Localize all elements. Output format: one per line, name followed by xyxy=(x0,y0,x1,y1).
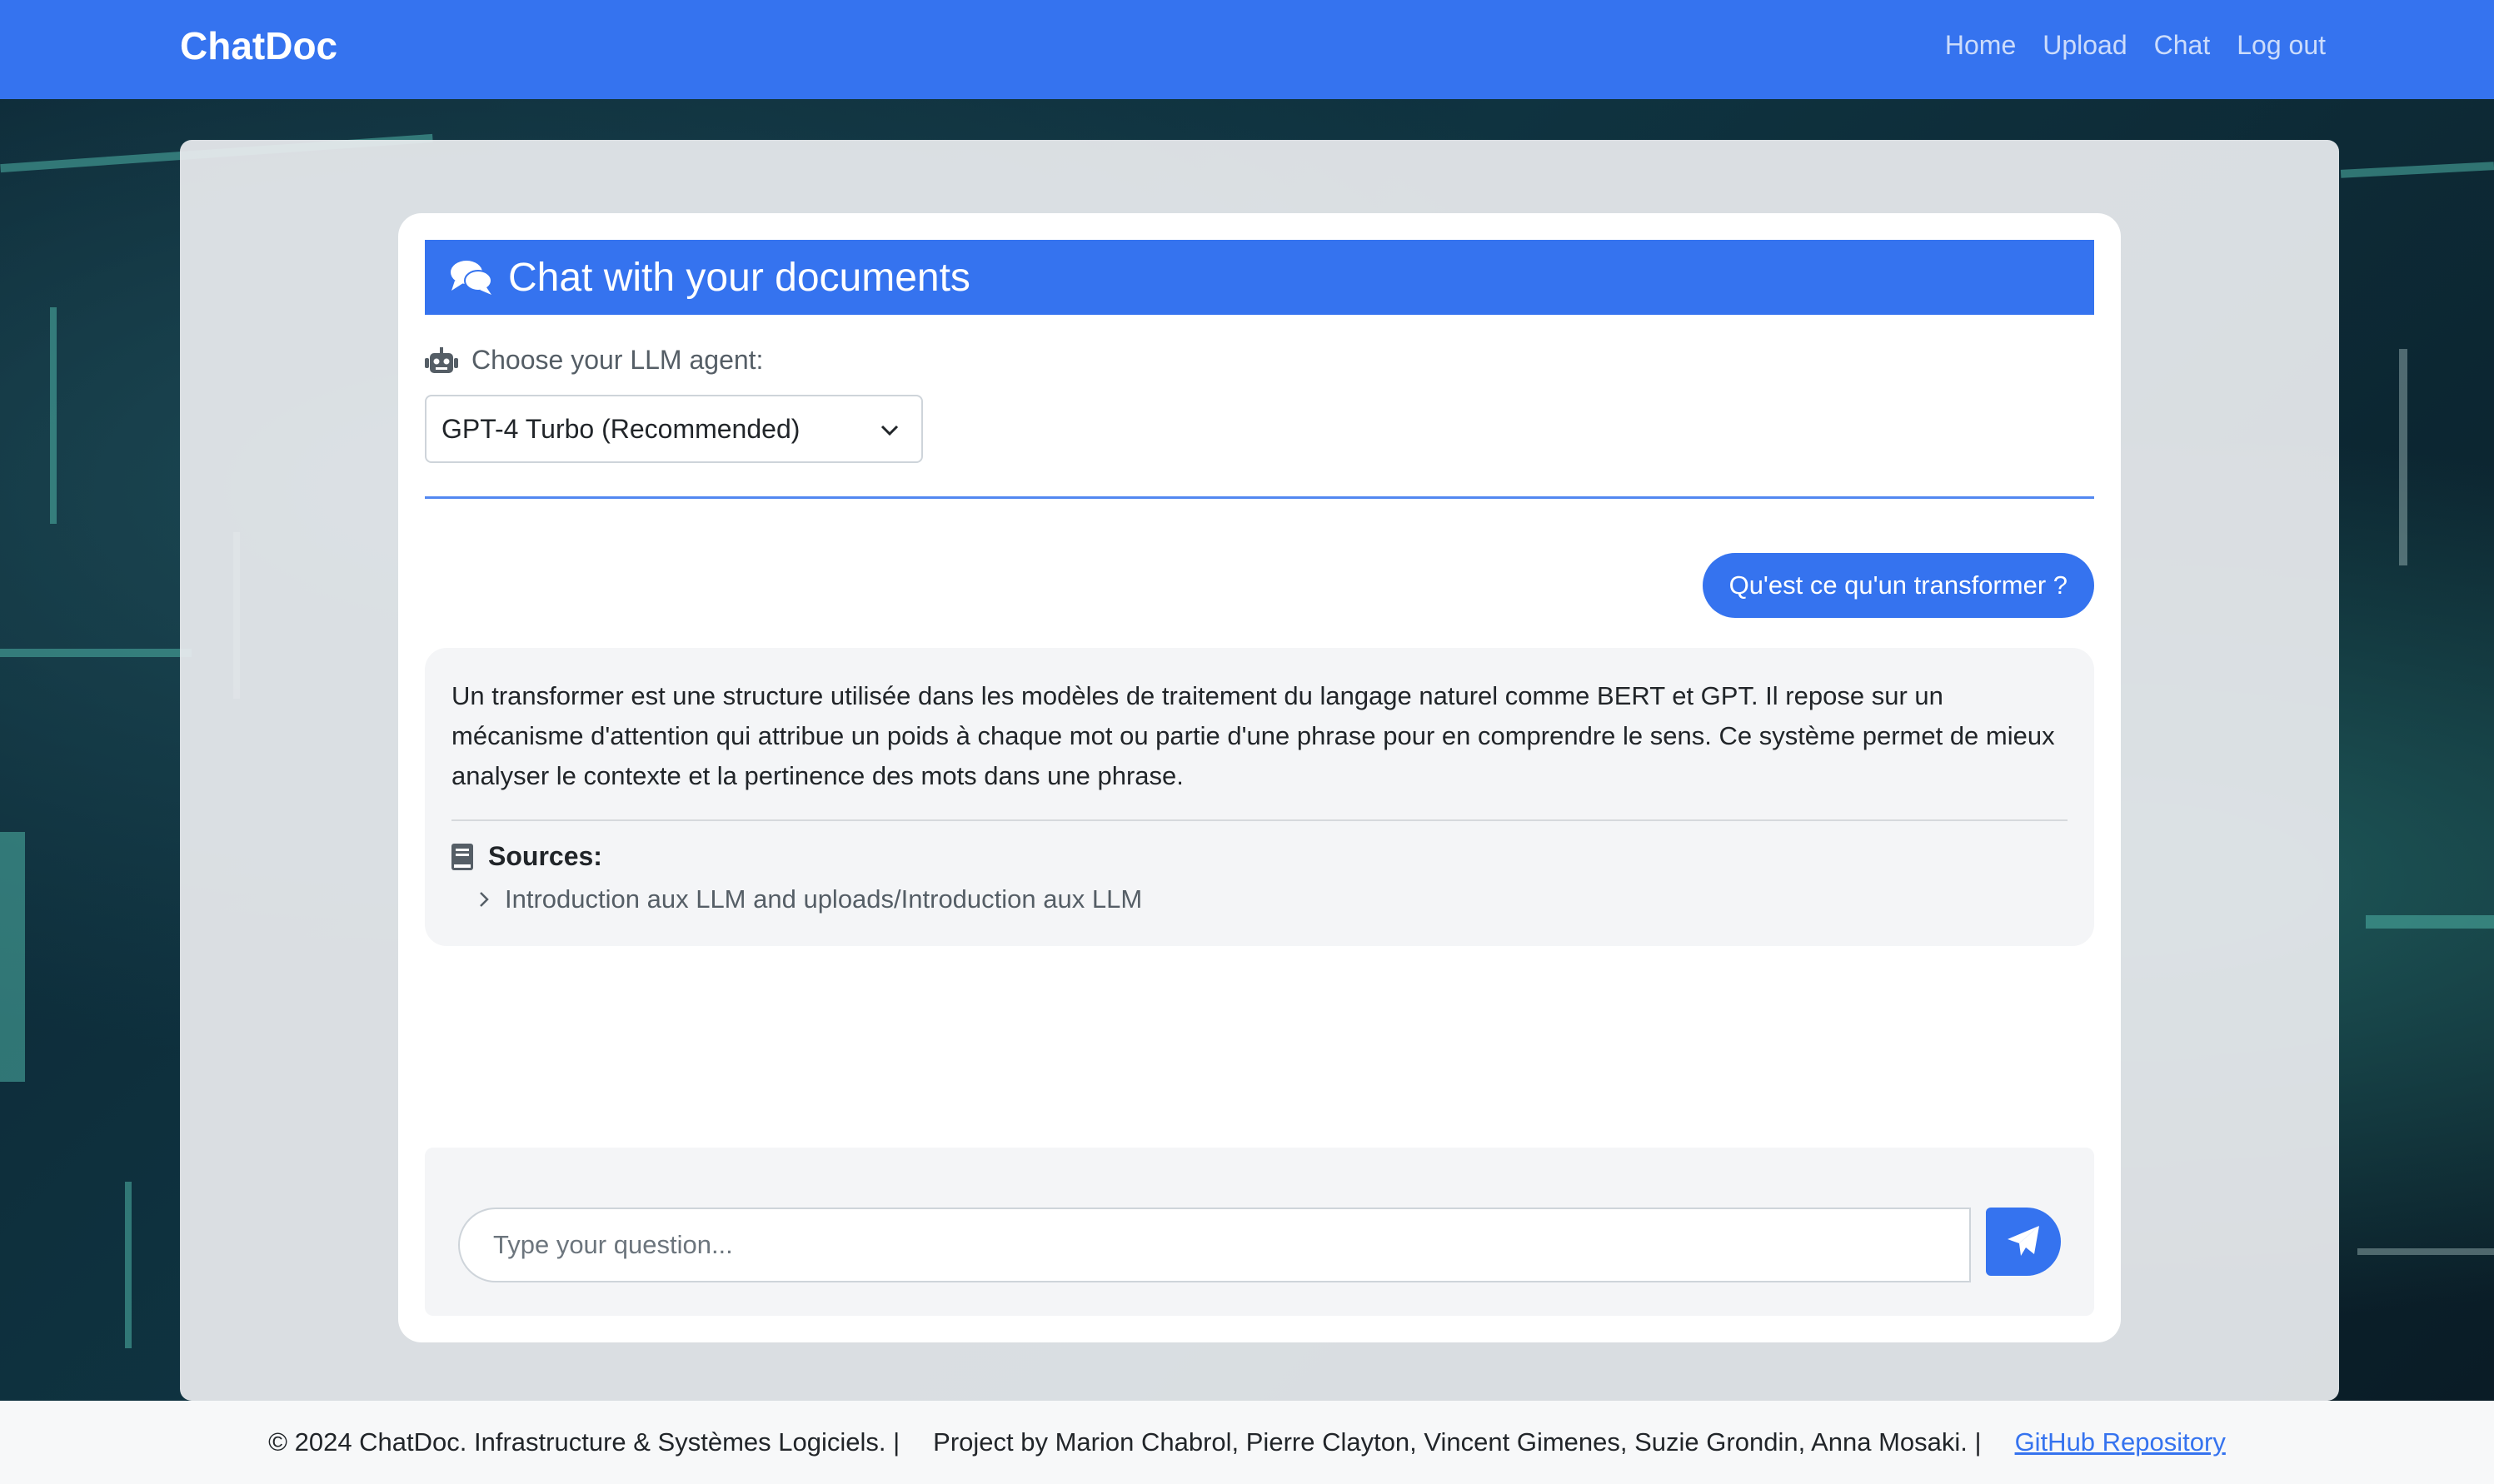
footer: © 2024 ChatDoc. Infrastructure & Système… xyxy=(0,1401,2494,1484)
comments-icon xyxy=(451,261,492,295)
card-header: Chat with your documents xyxy=(425,240,2094,315)
footer-copyright: © 2024 ChatDoc. Infrastructure & Système… xyxy=(268,1427,900,1457)
robot-icon xyxy=(425,346,458,373)
github-link[interactable]: GitHub Repository xyxy=(2015,1427,2226,1457)
chevron-right-icon xyxy=(480,892,489,907)
input-area xyxy=(425,1148,2094,1316)
chevron-down-icon xyxy=(880,425,899,436)
sources-title: Sources: xyxy=(451,841,602,872)
nav-upload[interactable]: Upload xyxy=(2043,30,2127,61)
nav-links: Home Upload Chat Log out xyxy=(1945,30,2326,61)
llm-agent-selected: GPT-4 Turbo (Recommended) xyxy=(441,413,801,444)
nav-logout[interactable]: Log out xyxy=(2237,30,2326,61)
agent-label: Choose your LLM agent: xyxy=(425,345,763,376)
llm-agent-select[interactable]: GPT-4 Turbo (Recommended) xyxy=(425,395,923,463)
source-item-label: Introduction aux LLM and uploads/Introdu… xyxy=(505,884,1143,914)
paper-plane-icon xyxy=(2008,1226,2039,1256)
sources-title-text: Sources: xyxy=(488,841,602,871)
footer-project: Project by Marion Chabrol, Pierre Clayto… xyxy=(933,1427,1982,1457)
source-item[interactable]: Introduction aux LLM and uploads/Introdu… xyxy=(476,884,1142,914)
chat-card: Chat with your documents Choose your LLM… xyxy=(398,213,2121,1342)
brand-logo[interactable]: ChatDoc xyxy=(180,23,337,68)
navbar: ChatDoc Home Upload Chat Log out xyxy=(0,0,2494,99)
bot-message-text: Un transformer est une structure utilisé… xyxy=(451,681,2055,790)
book-icon xyxy=(451,843,473,870)
nav-chat[interactable]: Chat xyxy=(2154,30,2211,61)
sources-divider xyxy=(451,819,2068,821)
card-title: Chat with your documents xyxy=(508,255,970,300)
divider xyxy=(425,496,2094,499)
nav-home[interactable]: Home xyxy=(1945,30,2016,61)
bot-message: Un transformer est une structure utilisé… xyxy=(425,648,2094,946)
send-button[interactable] xyxy=(1986,1208,2061,1276)
question-input[interactable] xyxy=(458,1208,1971,1282)
user-message: Qu'est ce qu'un transformer ? xyxy=(1702,553,2094,618)
agent-label-text: Choose your LLM agent: xyxy=(471,345,764,375)
